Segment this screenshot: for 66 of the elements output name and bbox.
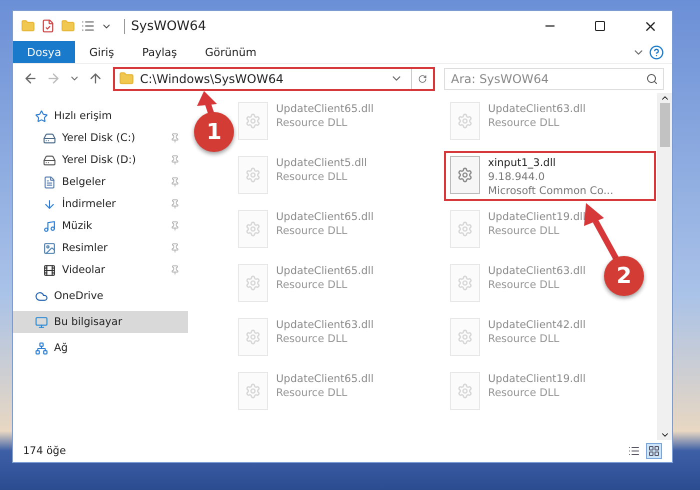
pin-icon[interactable] [170, 177, 180, 187]
maximize-icon [594, 20, 606, 32]
folder-icon [119, 71, 134, 86]
nav-item[interactable]: Yerel Disk (C:) [13, 127, 188, 149]
file-detail: 9.18.944.0 [488, 170, 546, 184]
file-detail: Resource DLL [276, 386, 348, 400]
nav-item-icon [35, 110, 48, 122]
scroll-thumb[interactable] [660, 103, 670, 147]
file-detail: Resource DLL [488, 224, 560, 238]
file-detail: Resource DLL [276, 278, 348, 292]
pin-icon[interactable] [170, 243, 180, 253]
window-title: SysWOW64 [124, 18, 206, 34]
ribbon-tab[interactable]: Giriş [75, 41, 128, 63]
pin-icon[interactable] [170, 133, 180, 143]
dll-file-icon[interactable] [450, 156, 480, 194]
folder-icon[interactable] [21, 19, 35, 33]
ribbon-tab[interactable]: Görünüm [191, 41, 270, 63]
item-count: 174 öğe [23, 445, 66, 457]
search-icon[interactable] [646, 72, 658, 84]
search-field[interactable]: Ara: SysWOW64 [444, 68, 664, 90]
nav-item-icon [35, 316, 48, 328]
nav-item[interactable]: Bu bilgisayar [13, 311, 188, 333]
nav-item-icon [43, 198, 56, 210]
file-detail: Resource DLL [276, 170, 348, 184]
help-icon[interactable] [647, 42, 666, 62]
nav-item[interactable]: Hızlı erişim [13, 105, 188, 127]
file-detail: Resource DLL [276, 116, 348, 130]
nav-item-icon [43, 176, 56, 188]
file-detail: Resource DLL [488, 116, 560, 130]
nav-item-icon [43, 154, 56, 166]
ribbon-tab[interactable]: Paylaş [128, 41, 191, 63]
file-detail: Resource DLL [488, 386, 560, 400]
nav-item[interactable]: Belgeler [13, 171, 188, 193]
file-detail: Resource DLL [488, 278, 560, 292]
folder-icon[interactable] [61, 19, 75, 33]
nav-item[interactable]: Müzik [13, 215, 188, 237]
pin-icon[interactable] [170, 199, 180, 209]
checklist-icon[interactable] [41, 19, 55, 33]
refresh-icon [418, 72, 427, 84]
address-path[interactable]: C:\Windows\SysWOW64 [140, 72, 382, 86]
nav-item-icon [35, 290, 48, 302]
address-bar[interactable]: C:\Windows\SysWOW64 [113, 66, 435, 90]
pin-icon[interactable] [170, 221, 180, 231]
nav-item[interactable]: Ağ [13, 337, 188, 359]
nav-item-icon [43, 132, 56, 144]
nav-item-icon [43, 220, 56, 232]
pin-icon[interactable] [170, 265, 180, 275]
forward-arrow-icon [46, 71, 61, 86]
nav-item[interactable]: İndirmeler [13, 193, 188, 215]
pin-icon[interactable] [170, 155, 180, 165]
file-detail: Resource DLL [276, 224, 348, 238]
nav-item-icon [43, 264, 56, 276]
nav-item[interactable]: Yerel Disk (D:) [13, 149, 188, 171]
nav-item-icon [43, 242, 56, 254]
ribbon-tab[interactable]: Dosya [13, 41, 76, 63]
nav-item[interactable]: OneDrive [13, 285, 188, 307]
large-icons-view-button[interactable] [646, 443, 662, 459]
nav-item[interactable]: Videolar [13, 259, 188, 281]
scrollbar[interactable] [657, 93, 672, 440]
file-detail: Resource DLL [488, 332, 560, 346]
grid-icon [648, 445, 660, 457]
file-detail: Microsoft Common Co... [488, 184, 614, 198]
file-name[interactable]: xinput1_3.dll [488, 156, 614, 170]
file-detail: Resource DLL [276, 332, 348, 346]
nav-item-icon [35, 342, 48, 354]
nav-item[interactable]: Resimler [13, 237, 188, 259]
